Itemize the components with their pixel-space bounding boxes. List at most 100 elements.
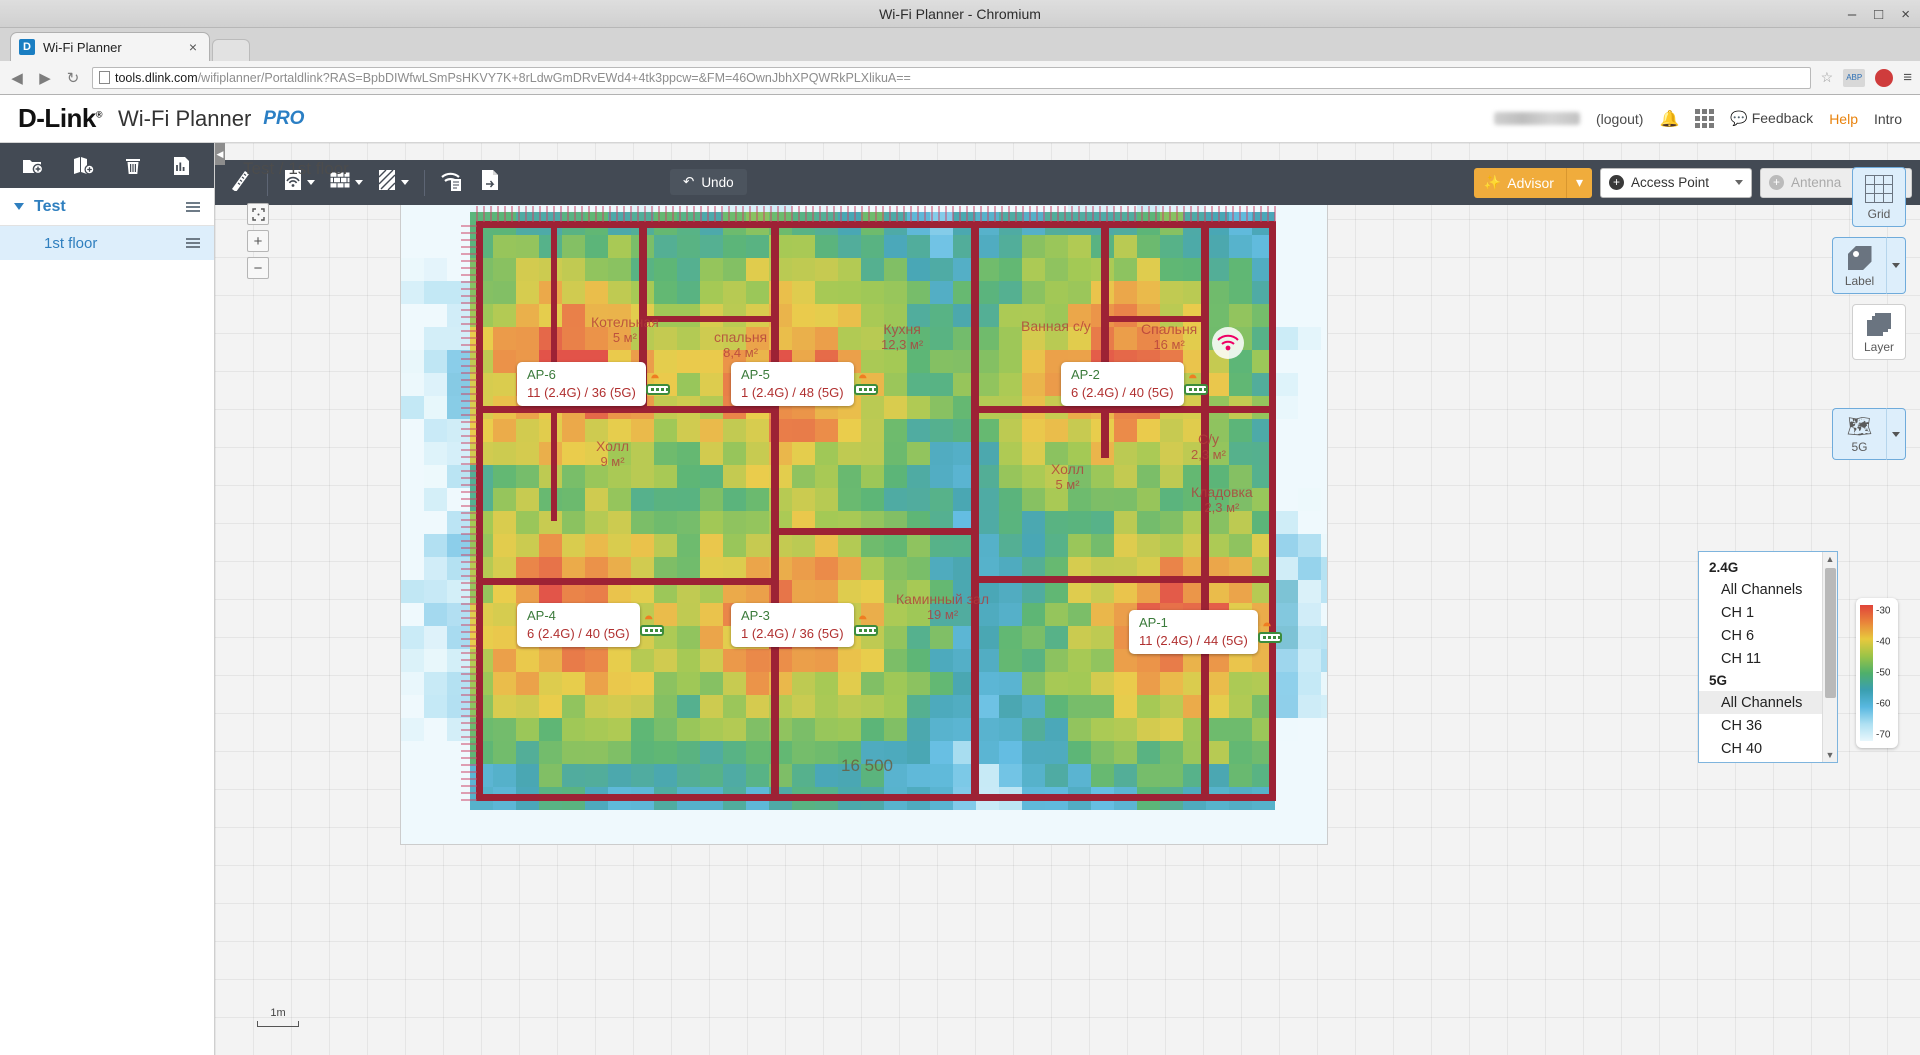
access-point-card[interactable]: AP-1 11 (2.4G) / 44 (5G) [1129,610,1258,655]
channel-option[interactable]: CH 40 [1699,737,1822,760]
access-point-card[interactable]: AP-3 1 (2.4G) / 36 (5G) [731,603,854,648]
channel-option[interactable]: CH 6 [1699,624,1822,647]
adblock-extension-icon[interactable]: ABP [1843,68,1866,87]
sidebar-collapse-handle[interactable]: ◀ [215,143,225,165]
brand-text: D-Link [18,103,96,133]
delete-icon[interactable] [118,150,148,182]
access-point-card[interactable]: AP-6 11 (2.4G) / 36 (5G) [517,362,646,407]
chevron-down-icon[interactable] [14,203,24,210]
label-toggle-button[interactable]: Label [1832,237,1886,294]
legend-tick: -60 [1876,698,1891,710]
access-point-icon[interactable]: ◓ [852,369,880,398]
address-bar[interactable]: tools.dlink.com/wifiplanner/Portaldlink?… [92,66,1811,89]
zoom-in-button[interactable]: + [247,230,269,252]
scrollbar-thumb[interactable] [1825,568,1836,698]
room-name: Кухня [883,321,921,337]
chevron-down-icon[interactable] [401,180,409,185]
tab-close-icon[interactable]: × [185,39,201,55]
advisor-button[interactable]: ✨ Advisor ▾ [1473,167,1592,198]
access-point[interactable]: AP-6 11 (2.4G) / 36 (5G) ◓ [517,362,672,407]
access-point[interactable]: AP-1 11 (2.4G) / 44 (5G) ◓ [1129,610,1284,655]
access-point-icon[interactable]: ◓ [1182,369,1210,398]
browser-menu-icon[interactable]: ≡ [1903,69,1912,86]
report-icon[interactable] [167,150,197,182]
channel-scrollbar[interactable]: ▲ ▼ [1822,552,1837,762]
scroll-up-icon[interactable]: ▲ [1823,552,1837,566]
channel-option[interactable]: CH 36 [1699,714,1822,737]
access-point-card[interactable]: AP-5 1 (2.4G) / 48 (5G) [731,362,854,407]
access-point-channels: 6 (2.4G) / 40 (5G) [527,625,630,641]
scroll-down-icon[interactable]: ▼ [1823,748,1837,762]
chevron-down-icon[interactable] [307,180,315,185]
wifi-survey-tool[interactable] [435,167,469,199]
room-name: Котельная [591,314,659,330]
maximize-button[interactable]: □ [1874,7,1883,22]
band-button[interactable]: 🗺 5G [1832,408,1886,460]
access-point[interactable]: AP-5 1 (2.4G) / 48 (5G) ◓ [731,362,880,407]
access-point-marker[interactable] [1211,326,1245,360]
logout-link[interactable]: (logout) [1596,111,1643,127]
access-point-card[interactable]: AP-4 6 (2.4G) / 40 (5G) [517,603,640,648]
access-point[interactable]: AP-2 6 (2.4G) / 40 (5G) ◓ [1061,362,1210,407]
access-point-icon[interactable]: ◓ [1256,617,1284,646]
minimize-button[interactable]: – [1848,7,1856,22]
new-tab-button[interactable] [212,39,250,61]
undo-button[interactable]: ↶ Undo [670,169,747,195]
grid-toggle-button[interactable]: Grid [1852,167,1906,227]
close-button[interactable]: × [1901,7,1910,22]
sidebar-project-row[interactable]: Test [0,188,214,226]
back-icon[interactable]: ◀ [8,69,26,87]
main-toolbar: ✨ Advisor ▾ + Access Point + Antenna [215,160,1920,205]
access-point-card[interactable]: AP-2 6 (2.4G) / 40 (5G) [1061,362,1184,407]
channel-option[interactable]: CH 11 [1699,647,1822,670]
channel-option[interactable]: CH 1 [1699,601,1822,624]
access-point-icon[interactable]: ◓ [852,610,880,639]
floorplan-canvas[interactable]: Котельная 5 м² спальня 8,4 м² Кухня 12,3 м² Ва… [400,165,1328,845]
browser-tab[interactable]: D Wi-Fi Planner × [10,32,210,61]
forward-icon[interactable]: ▶ [36,69,54,87]
new-project-icon[interactable] [17,150,49,182]
chevron-down-icon [1892,263,1900,268]
bell-icon[interactable]: 🔔 [1659,109,1679,129]
access-point-icon[interactable]: ◓ [644,369,672,398]
legend-ticks: -30 -40 -50 -60 -70 [1873,605,1894,741]
sidebar-item-1st-floor[interactable]: 1st floor [0,226,214,260]
advisor-dropdown-caret[interactable]: ▾ [1567,174,1592,191]
scale-bar: 1m [257,1007,299,1027]
label-dropdown-caret[interactable] [1886,237,1906,294]
access-point-select[interactable]: + Access Point [1600,167,1752,198]
intro-link[interactable]: Intro [1874,111,1902,127]
channel-option[interactable]: All Channels [1699,578,1822,601]
access-point[interactable]: AP-3 1 (2.4G) / 36 (5G) ◓ [731,603,880,648]
access-point[interactable]: AP-4 6 (2.4G) / 40 (5G) ◓ [517,603,666,648]
zoom-out-button[interactable]: − [247,257,269,279]
router-body-icon [853,625,878,637]
navbar-actions: ☆ ABP ≡ [1821,68,1912,87]
band-dropdown-caret[interactable] [1886,408,1906,460]
channel-dropdown-panel[interactable]: 2.4G All Channels CH 1 CH 6 CH 11 5G All Chann… [1698,551,1838,763]
channel-option[interactable]: All Channels [1699,691,1822,714]
layer-button[interactable]: Layer [1852,304,1906,360]
area-fill-tool[interactable] [372,167,414,199]
floor-menu-icon[interactable] [186,238,200,248]
access-point-icon[interactable]: ◓ [638,610,666,639]
help-link[interactable]: Help [1829,111,1858,127]
feedback-link[interactable]: 💬 Feedback [1730,110,1813,127]
room-name: Кладовка [1191,484,1253,500]
canvas-area[interactable]: ◀ Test / 1st floor + − 1m Котельная 5 м²… [215,143,1920,1055]
chevron-down-icon[interactable] [355,180,363,185]
export-tool[interactable] [473,167,507,199]
speech-bubble-icon: 💬 [1730,110,1748,126]
window-title: Wi-Fi Planner - Chromium [879,5,1041,22]
project-menu-icon[interactable] [186,201,200,212]
profile-avatar[interactable] [1875,68,1894,87]
apps-grid-icon[interactable] [1695,109,1715,128]
new-map-icon[interactable] [68,150,100,182]
page-info-icon[interactable] [99,71,110,84]
window-titlebar: Wi-Fi Planner - Chromium – □ × [0,0,1920,28]
room-name: Холл [596,438,629,454]
reload-icon[interactable]: ↻ [64,69,82,87]
bookmark-star-icon[interactable]: ☆ [1821,69,1834,86]
zoom-fit-icon[interactable] [247,203,269,225]
project-name: Test [34,197,66,215]
